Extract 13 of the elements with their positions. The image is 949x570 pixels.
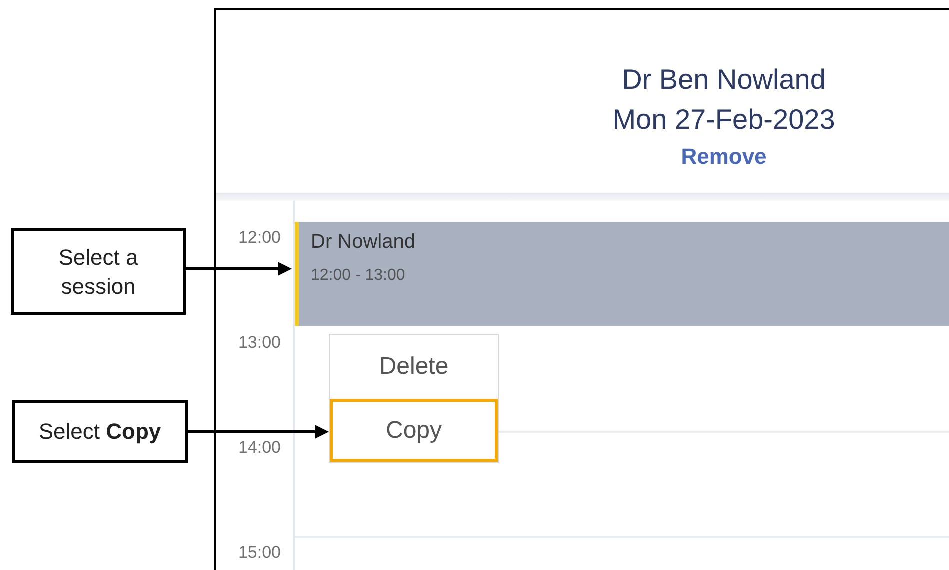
menu-item[interactable]: Copy bbox=[330, 399, 498, 462]
session-block[interactable]: Dr Nowland 12:00 - 13:00 bbox=[295, 222, 949, 326]
session-title: Dr Nowland bbox=[311, 230, 416, 254]
time-label: 14:00 bbox=[238, 438, 281, 458]
date-heading: Mon 27-Feb-2023 bbox=[612, 103, 836, 137]
callout-text: Select a session bbox=[58, 244, 140, 300]
time-label: 15:00 bbox=[238, 543, 281, 563]
clinician-name: Dr Ben Nowland bbox=[622, 63, 826, 97]
time-label: 12:00 bbox=[238, 228, 281, 248]
remove-link[interactable]: Remove bbox=[681, 140, 767, 174]
callout-text: Select Copy bbox=[38, 418, 162, 446]
session-time: 12:00 - 13:00 bbox=[311, 266, 406, 286]
time-label: 13:00 bbox=[238, 333, 281, 353]
